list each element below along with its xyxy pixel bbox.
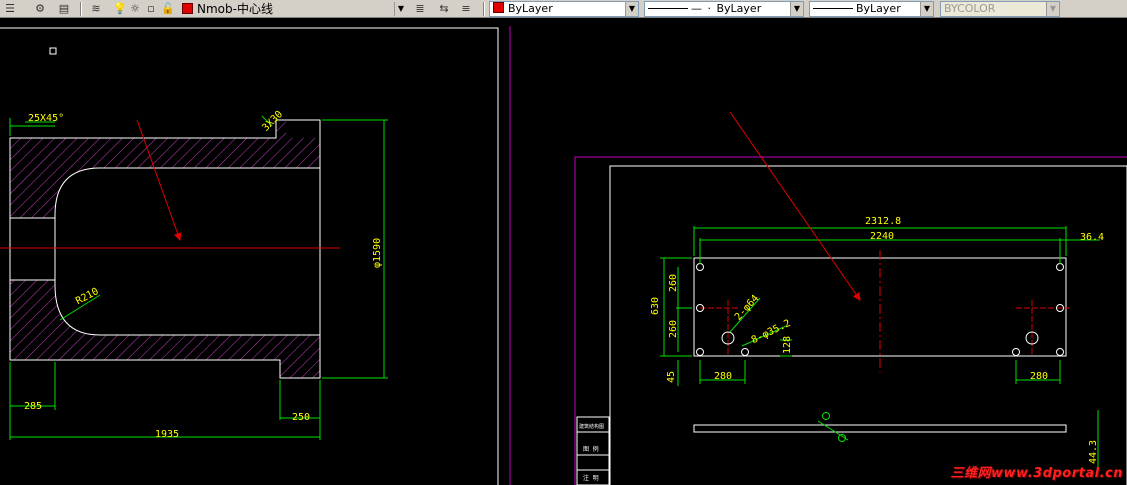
drawing-frame[interactable] [609,165,1127,485]
title-block-row2: 图 例 [583,445,599,453]
layer-states-icon[interactable]: ▤ [56,1,72,17]
linetype-dropdown[interactable]: — · ByLayer ▼ [644,1,804,17]
toolbar-separator [80,2,82,16]
paper-border[interactable] [574,156,1127,485]
overall-length-label: 2312.8 [865,216,901,227]
color-dropdown[interactable]: ByLayer ▼ [489,1,639,17]
padlock-icon[interactable]: 🔓 [160,1,176,17]
red-arrow-right [729,111,861,301]
layer-name: Nmob-中心线 [197,2,273,16]
color-swatch [493,2,504,13]
toolbar-separator [483,2,485,16]
title-block-row1: 建筑结构图 [579,423,604,430]
chevron-down-icon: ▼ [1046,2,1059,16]
linetype-value: ByLayer [716,2,762,15]
chevron-down-icon[interactable]: ▼ [790,2,803,16]
height-lower-label: 260 [668,320,679,338]
drawing-canvas[interactable]: 25X45° 3X30 R210 φ1590 285 250 1935 建筑结构… [0,18,1127,485]
layer-walk-icon[interactable]: ≡ [458,1,474,17]
lightbulb-icon[interactable]: 💡 [112,1,128,17]
properties-toolbar: ☰ ⚙ ▤ ≋ 💡 ☼ ▫ 🔓 Nmob-中心线 ▼ ≣ ⇆ ≡ ByLayer… [0,0,1127,18]
layer-previous-icon[interactable]: ⇆ [436,1,452,17]
chevron-down-icon[interactable]: ▼ [920,2,933,16]
lineweight-value: ByLayer [856,2,901,15]
dim-1935: 1935 [155,429,179,440]
dim-44-3-label: 44.3 [1088,440,1099,464]
dim-250: 250 [292,412,310,423]
layer-color-swatch [182,3,193,14]
sun-icon[interactable]: ☼ [127,1,143,17]
dim-280-right-label: 280 [1030,371,1048,382]
edge-bottom-label: 45 [666,371,677,383]
settings-icon[interactable]: ⚙ [32,1,48,17]
left-part-section[interactable] [0,119,340,379]
offset-right-label: 36.4 [1080,232,1104,243]
left-viewport-border[interactable] [0,27,499,485]
linetype-preview [648,8,688,9]
plotstyle-value: BYCOLOR [944,2,996,15]
title-block[interactable]: 建筑结构图 图 例 注 明 [576,416,610,485]
layer-lock-icon[interactable]: ▫ [143,1,159,17]
dim-128-label: 128 [782,336,793,354]
lineweight-dropdown[interactable]: ByLayer ▼ [809,1,934,17]
dim-285: 285 [24,401,42,412]
chamfer-label: 25X45° [28,113,64,124]
layer-dropdown[interactable]: Nmob-中心线 ▼ [178,1,408,17]
chevron-down-icon[interactable]: ▼ [394,2,407,16]
hole-spacing-label: 2240 [870,231,894,242]
color-value: ByLayer [508,2,553,15]
make-current-icon[interactable]: ≋ [88,1,104,17]
plate-side-view[interactable] [693,412,1067,442]
plotstyle-dropdown: BYCOLOR ▼ [940,1,1060,17]
height-total-label: 630 [650,297,661,315]
dim-280-left-label: 280 [714,371,732,382]
title-block-row3: 注 明 [583,474,599,482]
match-layer-icon[interactable]: ≣ [412,1,428,17]
chevron-down-icon[interactable]: ▼ [625,2,638,16]
watermark-text: 三维网www.3dportal.cn [950,466,1123,481]
lineweight-preview [813,8,853,9]
gear-icon[interactable]: ☰ [2,1,18,17]
ucs-marker [49,47,57,55]
height-upper-label: 260 [668,274,679,292]
diameter-label: φ1590 [372,238,383,268]
